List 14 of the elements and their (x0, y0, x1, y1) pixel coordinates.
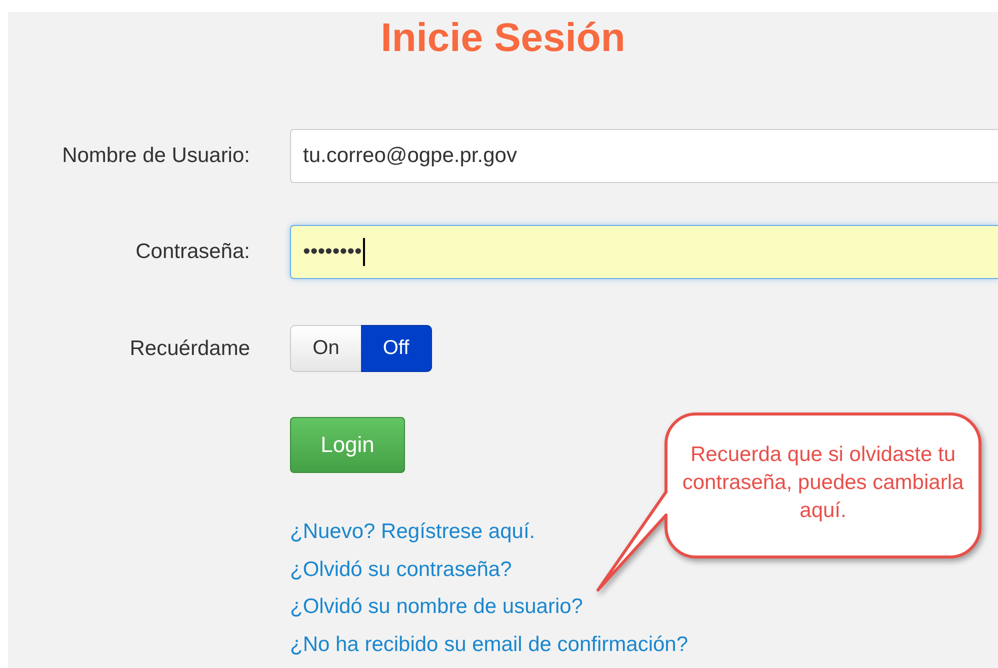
input-field[interactable]: •••••••• (290, 225, 998, 279)
toggle-option[interactable]: Off (361, 325, 432, 372)
field-label: Nombre de Usuario: (62, 144, 250, 167)
link[interactable]: ¿No ha recibido su email de confirmación? (290, 626, 688, 663)
login-button[interactable]: Login (290, 417, 405, 473)
toggle-option[interactable]: On (290, 325, 361, 372)
link[interactable]: ¿Olvidó su nombre de usuario? (290, 588, 583, 626)
input-field[interactable]: tu.correo@ogpe.pr.gov (290, 129, 998, 183)
toggle-label: Recuérdame (130, 336, 250, 360)
page-title: Inicie Sesión (380, 16, 626, 61)
link[interactable]: ¿Olvidó su contraseña? (290, 550, 512, 588)
callout-text: Recuerda que si olvidaste tu contraseña, puedes cambiarla aquí. (681, 442, 965, 524)
field-label: Contraseña: (136, 240, 250, 263)
link[interactable]: ¿Nuevo? Regístrese aquí. (290, 513, 536, 550)
